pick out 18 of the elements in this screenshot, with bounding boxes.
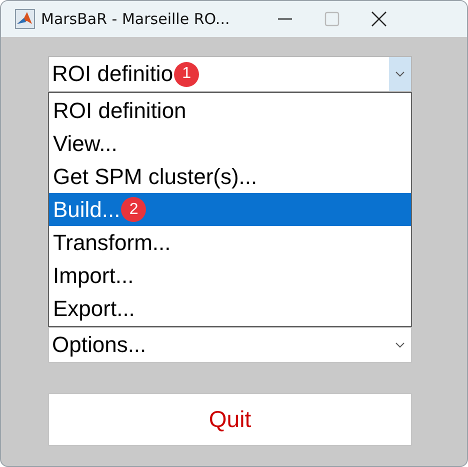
menu-item[interactable]: ROI definition (49, 94, 411, 127)
options-dropdown[interactable]: Options... (48, 327, 412, 363)
quit-button[interactable]: Quit (48, 393, 412, 446)
number-badge: 1 (174, 62, 200, 86)
menu-item[interactable]: Get SPM cluster(s)... (49, 160, 411, 193)
dropdown-value: ROI definitio (51, 61, 174, 87)
window-title: MarsBaR - Marseille RO... (41, 10, 231, 28)
close-icon[interactable] (371, 11, 387, 27)
menu-item[interactable]: Import... (49, 259, 411, 292)
menu-item[interactable]: View... (49, 127, 411, 160)
number-badge: 2 (121, 197, 146, 222)
menu-item[interactable]: Export... (49, 292, 411, 325)
menu-item[interactable]: Transform... (49, 226, 411, 259)
app-icon (15, 9, 35, 29)
chevron-icon (395, 342, 405, 348)
chevron-icon (395, 71, 405, 77)
roi-dropdown[interactable]: ROI definitio 1 (48, 56, 412, 92)
menu-item[interactable]: Build... 2 (49, 193, 411, 226)
